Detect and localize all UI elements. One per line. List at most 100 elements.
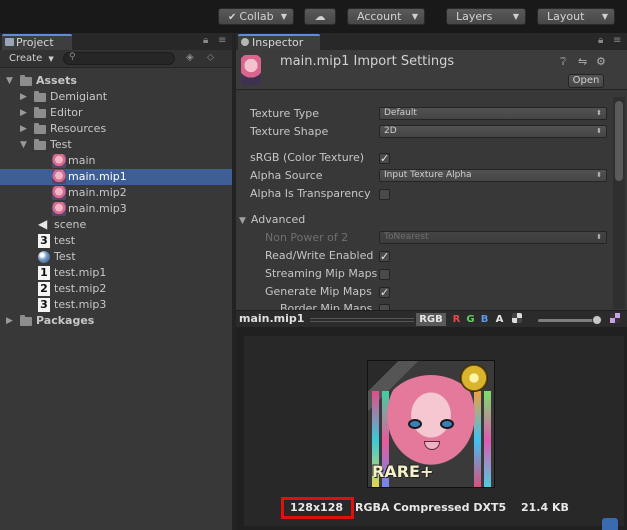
- gear-icon[interactable]: ⚙: [596, 55, 606, 68]
- preset-icon[interactable]: ⇋: [578, 55, 587, 68]
- texture-type-value: Default: [384, 108, 417, 118]
- folder-icon: [34, 139, 46, 150]
- texture-shape-label: Texture Shape: [250, 125, 329, 138]
- scrollbar-thumb[interactable]: [615, 101, 623, 181]
- inspector-title: main.mip1 Import Settings: [280, 54, 455, 69]
- inspector-header: main.mip1 Import Settings ❔︎ ⇋ ⚙ Open: [236, 50, 627, 90]
- advanced-label: Advanced: [250, 213, 306, 226]
- tab-project-label: Project: [16, 36, 54, 49]
- advanced-foldout[interactable]: ▼ Advanced: [239, 212, 305, 228]
- alpha-source-dropdown[interactable]: Input Texture Alpha ⬍: [379, 169, 607, 182]
- texture-icon: [52, 170, 66, 184]
- collab-status-icon[interactable]: [602, 518, 618, 530]
- asset-number-icon: 3: [38, 298, 50, 312]
- chevron-right-icon[interactable]: ▶: [20, 121, 27, 137]
- folder-icon: [5, 38, 14, 46]
- tree-item[interactable]: ◀ scene: [0, 217, 232, 233]
- npot-dropdown: ToNearest ⬍: [379, 231, 607, 244]
- tree-item[interactable]: 3 test: [0, 233, 232, 249]
- open-button[interactable]: Open: [568, 74, 604, 88]
- main-toolbar: ✔ Collab ▼ ☁ Account ▼ Layers ▼ Layout ▼: [0, 0, 627, 33]
- tree-item-label: Test: [50, 138, 72, 151]
- menu-icon[interactable]: ≡: [613, 35, 621, 46]
- texture-filesize-label: 21.4 KB: [521, 501, 569, 514]
- texture-shape-dropdown[interactable]: 2D ⬍: [379, 125, 607, 138]
- create-dropdown[interactable]: Create ▼: [5, 52, 57, 66]
- menu-icon[interactable]: ≡: [218, 35, 226, 46]
- tree-item[interactable]: Test: [0, 249, 232, 265]
- chevron-right-icon[interactable]: ▶: [20, 89, 27, 105]
- folder-icon: [34, 107, 46, 118]
- lock-icon[interactable]: 🔒︎: [598, 35, 603, 46]
- layers-dropdown[interactable]: Layers ▼: [446, 8, 526, 25]
- tab-project[interactable]: Project: [2, 34, 72, 50]
- preview-drag-handle[interactable]: [310, 318, 414, 322]
- border-mip-label: Border Mip Maps: [280, 302, 373, 310]
- chevron-down-icon: ▼: [601, 12, 608, 21]
- chevron-down-icon[interactable]: ▼: [20, 137, 27, 153]
- inspector-tab-strip: Inspector 🔒︎ ≡: [236, 33, 627, 50]
- chevron-updown-icon: ⬍: [596, 233, 602, 241]
- tree-item[interactable]: main.mip3: [0, 201, 232, 217]
- alpha-channel-button[interactable]: A: [493, 313, 506, 326]
- tree-item[interactable]: 2 test.mip2: [0, 281, 232, 297]
- project-toolbar: Create ▼ ⚲ ◈ ⬦: [0, 50, 232, 68]
- chevron-right-icon[interactable]: ▶: [6, 313, 13, 329]
- unity-scene-icon: ◀: [38, 217, 48, 231]
- coin-icon: [460, 364, 488, 392]
- texture-type-label: Texture Type: [250, 107, 320, 120]
- size-highlight-box: [281, 497, 354, 519]
- green-channel-button[interactable]: G: [464, 313, 477, 326]
- asset-number-icon: 3: [38, 234, 50, 248]
- rgb-channel-button[interactable]: RGB: [416, 313, 446, 326]
- tree-item[interactable]: main: [0, 153, 232, 169]
- tree-item-label: test.mip3: [54, 298, 107, 311]
- card-rarity-label: RARE+: [372, 462, 434, 481]
- tree-item[interactable]: ▶ Packages: [0, 313, 232, 329]
- tree-item-label: main.mip3: [68, 202, 127, 215]
- blue-channel-button[interactable]: B: [478, 313, 491, 326]
- genmip-checkbox[interactable]: ✓: [379, 287, 390, 298]
- red-channel-button[interactable]: R: [450, 313, 463, 326]
- srgb-label: sRGB (Color Texture): [250, 151, 365, 164]
- checker-icon[interactable]: [608, 313, 621, 326]
- tree-item[interactable]: ▼ Test: [0, 137, 232, 153]
- layout-dropdown[interactable]: Layout ▼: [537, 8, 615, 25]
- texture-preview-image: RARE+: [367, 360, 495, 488]
- account-dropdown[interactable]: Account ▼: [347, 8, 425, 25]
- tree-item[interactable]: ▶ Editor: [0, 105, 232, 121]
- tag-icon[interactable]: ⬦: [207, 52, 214, 63]
- tree-item[interactable]: ▼ Assets: [0, 73, 232, 89]
- preview-name: main.mip1: [239, 312, 305, 325]
- mip-level-slider[interactable]: [538, 315, 602, 325]
- slider-knob[interactable]: [592, 315, 602, 325]
- streaming-checkbox[interactable]: [379, 269, 390, 280]
- tree-item[interactable]: ▶ Resources: [0, 121, 232, 137]
- alpha-transparency-checkbox[interactable]: [379, 189, 390, 200]
- collab-button[interactable]: ✔ Collab ▼: [218, 8, 294, 25]
- chevron-updown-icon: ⬍: [596, 171, 602, 179]
- cloud-button[interactable]: ☁: [304, 8, 336, 25]
- srgb-checkbox[interactable]: ✓: [379, 153, 390, 164]
- texture-shape-value: 2D: [384, 126, 397, 136]
- lock-icon[interactable]: 🔒︎: [203, 35, 208, 46]
- tree-item[interactable]: ▶ Demigiant: [0, 89, 232, 105]
- readwrite-label: Read/Write Enabled: [265, 249, 374, 262]
- tab-inspector[interactable]: Inspector: [238, 34, 320, 50]
- chevron-right-icon[interactable]: ▶: [20, 105, 27, 121]
- search-input[interactable]: ⚲: [63, 52, 175, 65]
- readwrite-checkbox[interactable]: ✓: [379, 251, 390, 262]
- texture-type-dropdown[interactable]: Default ⬍: [379, 107, 607, 120]
- genmip-label: Generate Mip Maps: [265, 285, 372, 298]
- material-icon: [38, 251, 50, 263]
- inspector-scrollbar[interactable]: [613, 97, 625, 309]
- tree-item-label: test.mip1: [54, 266, 107, 279]
- tree-item[interactable]: 3 test.mip3: [0, 297, 232, 313]
- tree-item[interactable]: main.mip1: [0, 169, 232, 185]
- texture-format-label: RGBA Compressed DXT5: [355, 501, 507, 514]
- chevron-down-icon[interactable]: ▼: [6, 73, 13, 89]
- tree-item[interactable]: 1 test.mip1: [0, 265, 232, 281]
- filter-type-icon[interactable]: ◈: [186, 52, 194, 63]
- tree-item[interactable]: main.mip2: [0, 185, 232, 201]
- help-icon[interactable]: ❔︎: [560, 55, 567, 69]
